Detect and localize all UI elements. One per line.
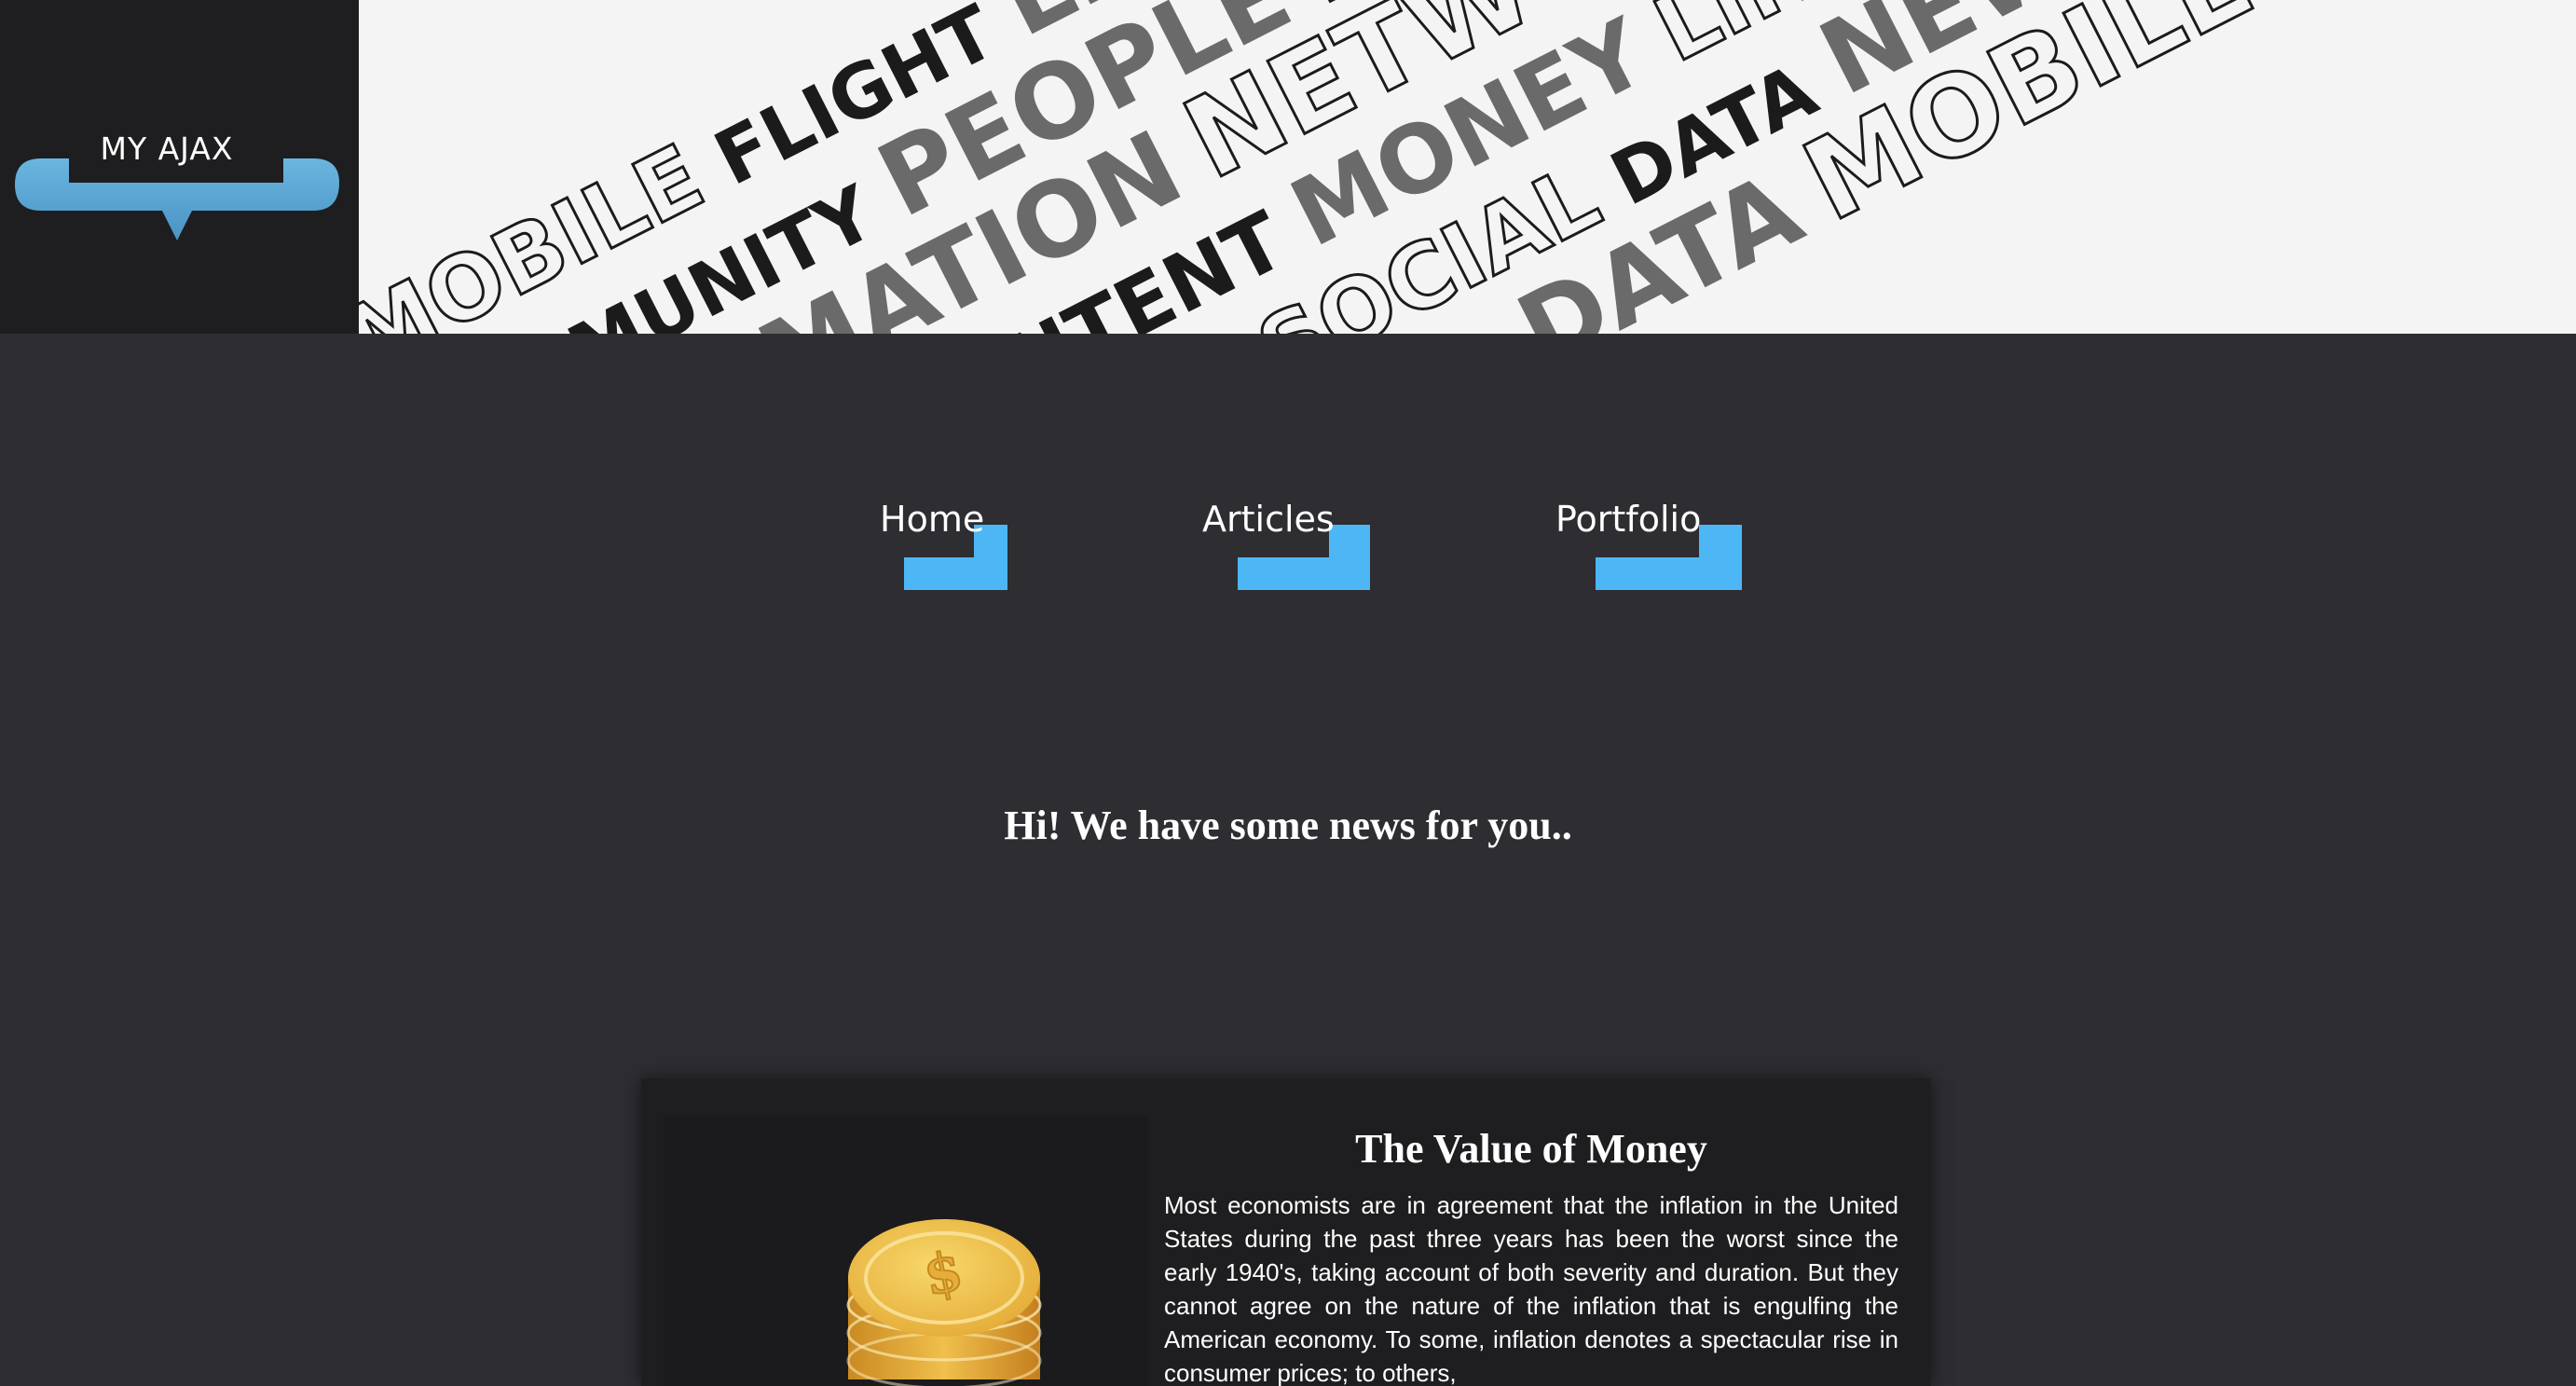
nav-label-home[interactable]: Home: [880, 499, 984, 540]
nav-item-home[interactable]: Home: [880, 499, 1010, 592]
logo[interactable]: MY AJAX: [0, 0, 359, 334]
article-content: The Value of Money Most economists are i…: [1164, 1126, 1898, 1386]
nav-item-articles[interactable]: Articles: [1202, 499, 1370, 592]
site-header: MY AJAX MOBILEFLIGHTLINKEDININFORMATIONS…: [0, 0, 2576, 334]
nav-label-articles[interactable]: Articles: [1202, 499, 1335, 540]
nav-decor-shape: [1238, 557, 1370, 590]
nav-label-portfolio[interactable]: Portfolio: [1555, 499, 1701, 540]
banner-word-cloud: MOBILEFLIGHTLINKEDININFORMATIONSHARECONT…: [359, 0, 2576, 334]
banner-word: SEARCH: [2250, 0, 2576, 10]
logo-text: MY AJAX: [100, 130, 234, 167]
speech-bubble-icon: [15, 158, 339, 240]
greeting-heading: Hi! We have some news for you..: [1004, 803, 1572, 848]
nav-decor-shape: [904, 557, 1007, 590]
header-banner-image: MOBILEFLIGHTLINKEDININFORMATIONSHARECONT…: [359, 0, 2576, 334]
nav-decor-shape: [1596, 557, 1742, 590]
nav-item-portfolio[interactable]: Portfolio: [1555, 499, 1742, 592]
article-card[interactable]: $ The Value of Money Most economists are…: [641, 1078, 1931, 1386]
coin-icon: $: [846, 1219, 1042, 1386]
article-title[interactable]: The Value of Money: [1164, 1126, 1898, 1172]
article-body: Most economists are in agreement that th…: [1164, 1191, 1898, 1386]
article-image: $: [664, 1116, 1148, 1386]
